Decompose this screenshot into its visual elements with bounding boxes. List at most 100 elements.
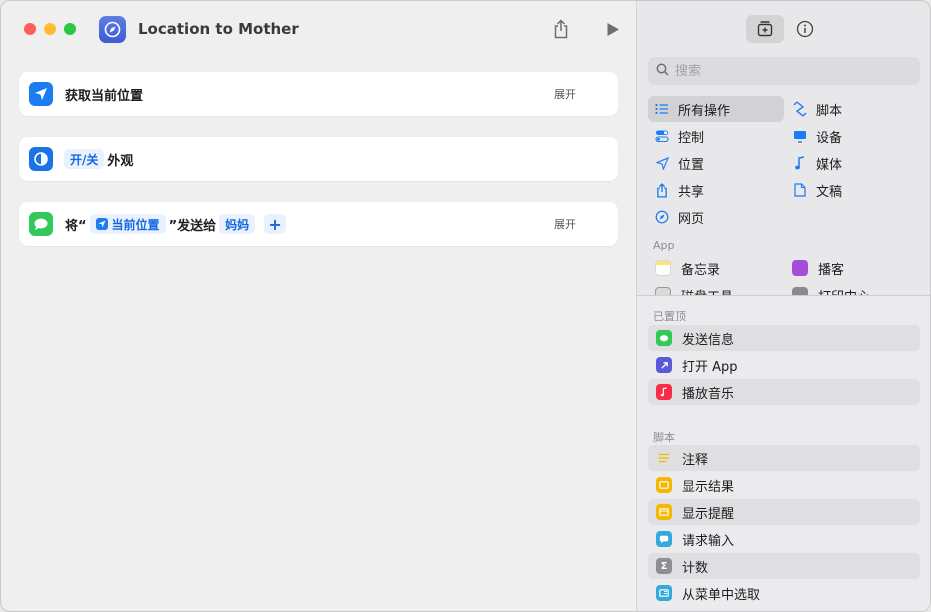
share-icon [654,182,670,198]
script-comment[interactable]: 注释 [648,445,920,471]
scripting-icon [792,101,808,117]
category-media[interactable]: 媒体 [786,150,916,176]
list-icon [654,101,670,117]
category-label: 所有操作 [678,103,731,119]
input-bubble-icon [656,531,672,547]
category-web[interactable]: 网页 [648,204,784,230]
action-library-tab-icon[interactable] [746,15,784,43]
shortcuts-window: Location to Mother 获取当前位置 展开 开/关 外观 将“ 当… [0,0,931,612]
messages-icon [656,330,672,346]
podcasts-app-icon [792,260,808,276]
script-show-result[interactable]: 显示结果 [648,472,920,498]
item-label: 显示提醒 [682,506,735,522]
category-sharing[interactable]: 共享 [648,177,784,203]
category-label: 脚本 [816,103,843,119]
item-label: 发送信息 [682,332,735,348]
title-bar: Location to Mother [1,1,636,57]
category-label: 共享 [678,184,705,200]
expand-button[interactable]: 展开 [554,72,576,116]
script-choose-from-menu[interactable]: 从菜单中选取 [648,580,920,606]
info-icon[interactable] [795,19,815,39]
action-content: 将“ 当前位置 ”发送给 妈妈 + [65,202,287,246]
app-label: 播客 [818,262,845,278]
category-label: 文稿 [816,184,843,200]
on-off-parameter[interactable]: 开/关 [64,149,105,169]
print-center-app-icon [792,287,808,295]
item-label: 打开 App [682,359,738,375]
action-label: 外观 [107,153,134,169]
sigma-icon: Σ [656,558,672,574]
messages-icon [29,212,53,236]
open-app-icon [656,357,672,373]
shortcut-editor: Location to Mother 获取当前位置 展开 开/关 外观 将“ 当… [1,1,636,611]
location-arrow-icon [29,82,53,106]
app-podcasts[interactable]: 播客 [792,257,844,281]
item-label: 注释 [682,452,709,468]
toggle-icon [654,128,670,144]
item-label: 计数 [682,560,709,576]
zoom-window-button[interactable] [64,23,76,35]
close-window-button[interactable] [24,23,36,35]
item-label: 显示结果 [682,479,735,495]
show-result-icon [656,477,672,493]
comment-icon [656,450,672,466]
app-notes[interactable]: 备忘录 [655,257,720,281]
search-field[interactable] [648,57,920,85]
current-location-variable[interactable]: 当前位置 [89,214,166,234]
music-note-icon [792,155,808,171]
item-label: 播放音乐 [682,386,735,402]
apps-section-label: App [653,239,675,252]
category-label: 设备 [816,130,843,146]
share-icon[interactable] [550,17,572,41]
shortcut-title[interactable]: Location to Mother [138,20,299,38]
category-location[interactable]: 位置 [648,150,784,176]
action-library: 所有操作 脚本 控制 设备 位置 [636,1,930,611]
script-count[interactable]: Σ 计数 [648,553,920,579]
notes-app-icon [655,260,671,276]
category-controls[interactable]: 控制 [648,123,784,149]
app-disk-utility[interactable]: 磁盘工具 [655,282,733,295]
pinned-play-music[interactable]: 播放音乐 [648,379,920,405]
recipient-parameter[interactable]: 妈妈 [219,214,256,234]
library-tabs [637,1,930,57]
item-label: 从菜单中选取 [682,587,761,603]
expand-button[interactable]: 展开 [554,202,576,246]
category-device[interactable]: 设备 [786,123,916,149]
script-ask-for-input[interactable]: 请求输入 [648,526,920,552]
pinned-section-label: 已置顶 [653,310,686,323]
compass-icon[interactable] [99,16,126,43]
pinned-open-app[interactable]: 打开 App [648,352,920,378]
app-label: 备忘录 [681,262,721,278]
monitor-icon [792,128,808,144]
category-label: 媒体 [816,157,843,173]
action-set-appearance[interactable]: 开/关 外观 [19,137,618,181]
category-scripting[interactable]: 脚本 [786,96,916,122]
category-label: 网页 [678,211,705,227]
scripting-section-label: 脚本 [653,431,675,444]
app-label: 磁盘工具 [681,286,733,296]
add-recipient-button[interactable]: + [264,214,287,234]
location-arrow-icon [654,155,670,171]
variable-label: 当前位置 [111,217,160,232]
app-print-center[interactable]: 打印中心 [792,282,870,295]
item-label: 请求输入 [682,533,735,549]
disk-utility-app-icon [655,287,671,295]
category-documents[interactable]: 文稿 [786,177,916,203]
location-arrow-icon [95,218,108,230]
pinned-send-message[interactable]: 发送信息 [648,325,920,351]
minimize-window-button[interactable] [44,23,56,35]
action-get-current-location[interactable]: 获取当前位置 展开 [19,72,618,116]
appearance-icon [29,147,53,171]
search-icon [656,63,669,80]
category-label: 控制 [678,130,705,146]
play-icon[interactable] [603,19,623,39]
action-prefix: 将“ [65,218,87,234]
menu-icon [656,585,672,601]
alert-icon [656,504,672,520]
action-send-message[interactable]: 将“ 当前位置 ”发送给 妈妈 + 展开 [19,202,618,246]
search-input[interactable] [675,63,905,79]
compass-icon [654,209,670,225]
category-all-actions[interactable]: 所有操作 [648,96,784,122]
action-label: 获取当前位置 [65,88,144,104]
script-show-alert[interactable]: 显示提醒 [648,499,920,525]
